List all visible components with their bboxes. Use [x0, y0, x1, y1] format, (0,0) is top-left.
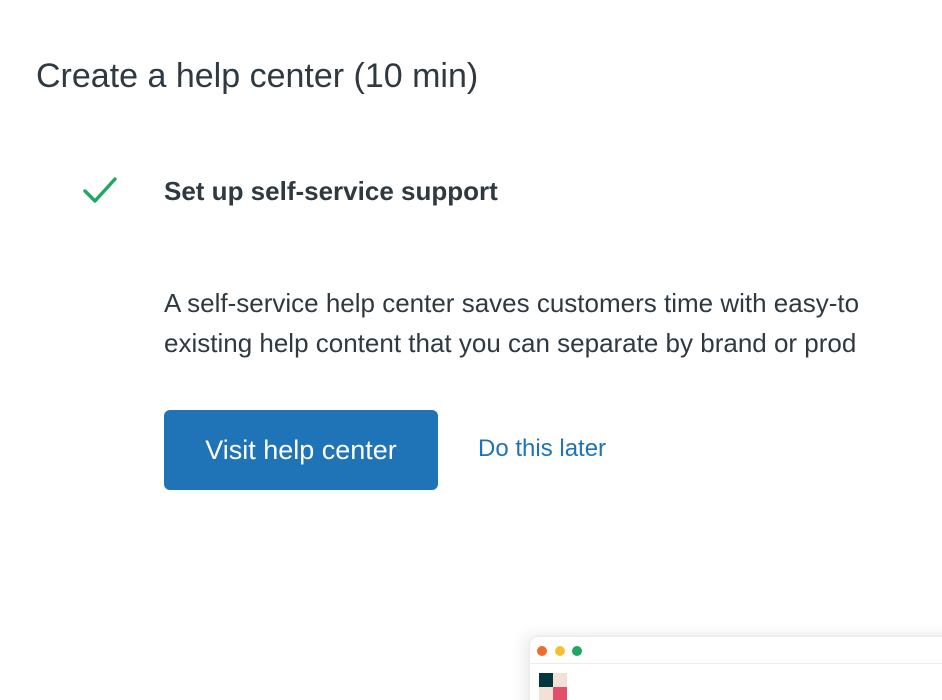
section-title: Create a help center (10 min) [36, 57, 479, 95]
step-description: A self-service help center saves custome… [164, 283, 942, 363]
preview-window [530, 637, 942, 700]
visit-help-center-button[interactable]: Visit help center [164, 410, 438, 490]
step-description-line: existing help content that you can separ… [164, 328, 857, 358]
minimize-dot-icon [555, 646, 565, 656]
step-description-line: A self-service help center saves custome… [164, 288, 860, 318]
window-title-bar [530, 637, 942, 664]
brand-logo-icon [539, 673, 569, 700]
checkmark-icon [83, 177, 117, 203]
maximize-dot-icon [572, 646, 582, 656]
close-dot-icon [537, 646, 547, 656]
page: Create a help center (10 min) Set up sel… [0, 0, 942, 700]
step-title: Set up self-service support [164, 176, 498, 206]
do-this-later-link[interactable]: Do this later [478, 433, 606, 465]
